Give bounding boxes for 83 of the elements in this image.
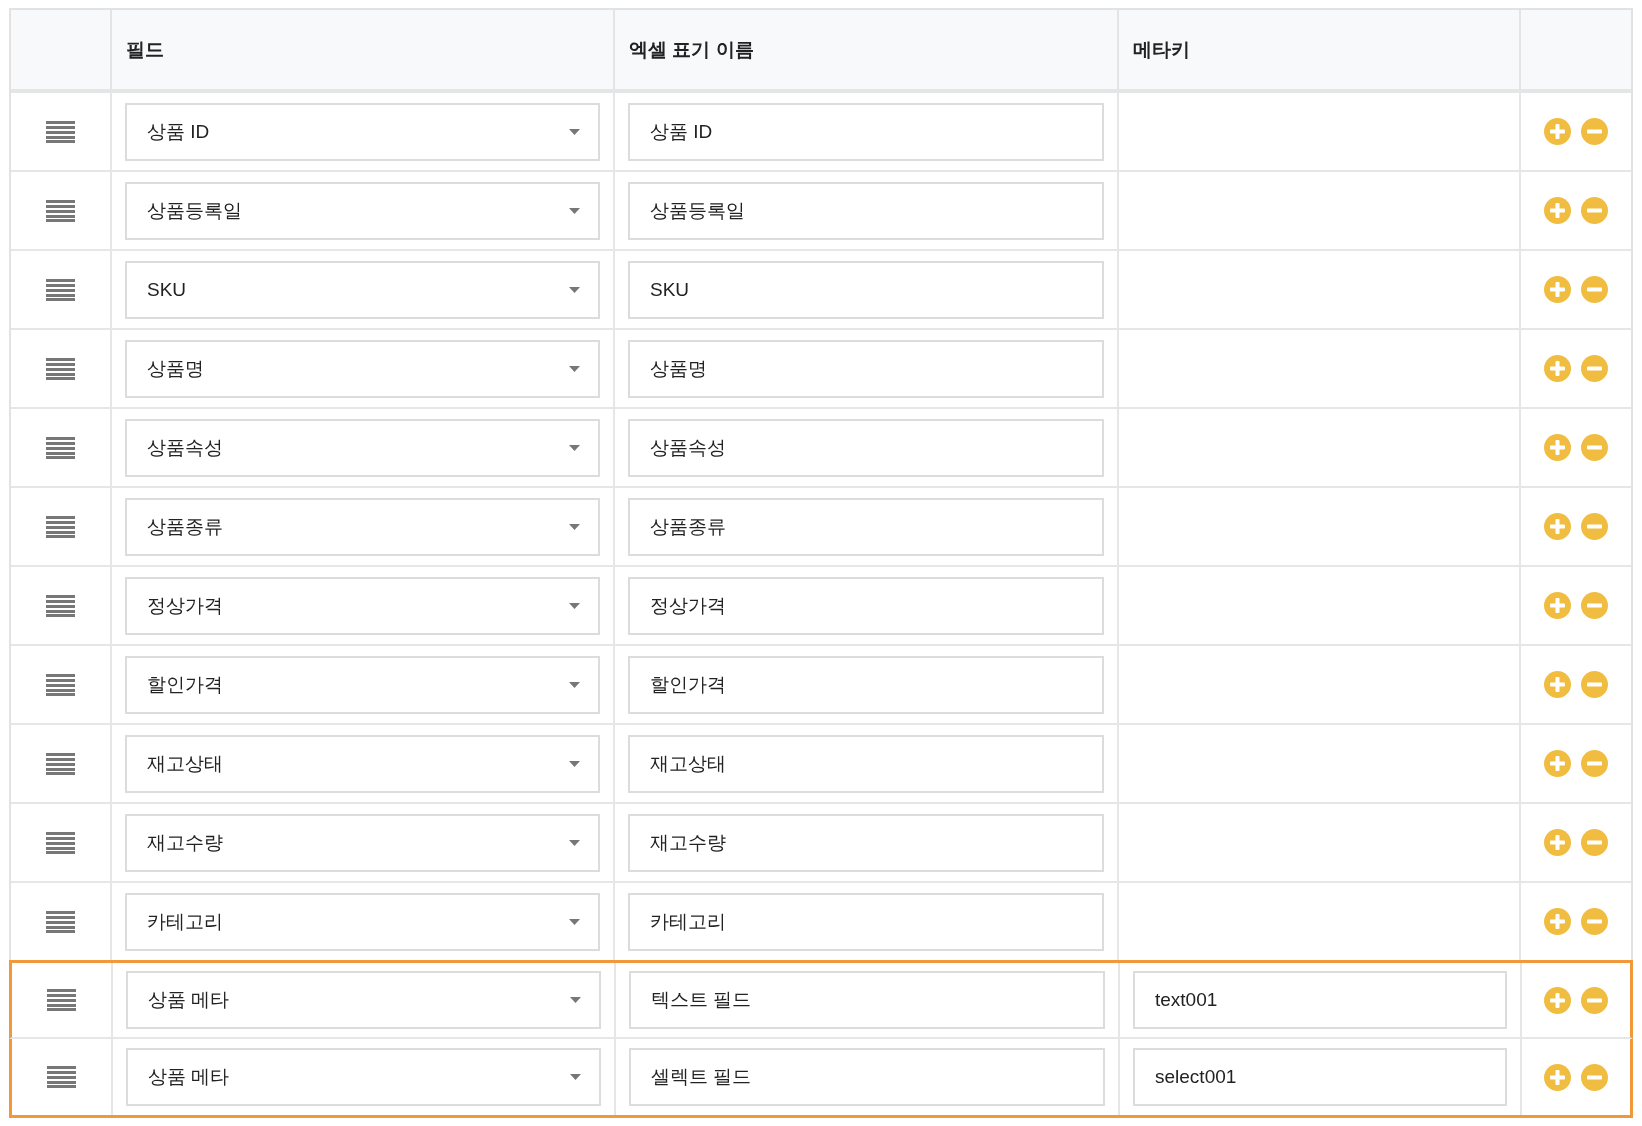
drag-handle-icon[interactable] xyxy=(46,831,75,854)
field-dropdown[interactable]: 할인가격 xyxy=(125,655,600,714)
text-field[interactable]: 상품종류 xyxy=(628,497,1104,556)
remove-icon[interactable] xyxy=(1581,434,1608,461)
field-dropdown[interactable]: 상품 메타 xyxy=(126,971,601,1029)
drag-handle-icon[interactable] xyxy=(46,752,75,775)
field-dropdown[interactable]: 정상가격 xyxy=(125,576,600,635)
add-icon[interactable] xyxy=(1544,434,1571,461)
text-field[interactable]: 상품 ID xyxy=(628,102,1104,161)
add-icon[interactable] xyxy=(1544,592,1571,619)
remove-icon[interactable] xyxy=(1581,118,1608,145)
add-icon[interactable] xyxy=(1544,513,1571,540)
remove-icon[interactable] xyxy=(1581,592,1608,619)
caret-icon xyxy=(569,365,580,372)
drag-handle-icon[interactable] xyxy=(46,199,75,222)
text-field[interactable]: 텍스트 필드 xyxy=(629,971,1105,1029)
field-dropdown[interactable]: SKU xyxy=(125,260,600,319)
drag-handle-icon[interactable] xyxy=(47,1066,76,1088)
caret-icon xyxy=(570,997,581,1003)
text-field[interactable]: 상품등록일 xyxy=(628,181,1104,240)
field-dropdown[interactable]: 상품속성 xyxy=(125,418,600,477)
add-icon[interactable] xyxy=(1544,750,1571,777)
caret-icon xyxy=(569,839,580,846)
drag-handle-icon[interactable] xyxy=(46,673,75,696)
add-icon[interactable] xyxy=(1544,355,1571,382)
text-field[interactable]: 할인가격 xyxy=(628,655,1104,714)
remove-icon[interactable] xyxy=(1581,986,1608,1014)
caret-icon xyxy=(569,523,580,530)
add-icon[interactable] xyxy=(1544,118,1571,145)
meta-key-field[interactable]: text001 xyxy=(1133,971,1507,1029)
remove-icon[interactable] xyxy=(1581,750,1608,777)
text-field[interactable]: 카테고리 xyxy=(628,892,1104,951)
caret-icon xyxy=(569,681,580,688)
drag-handle-icon[interactable] xyxy=(46,594,75,617)
drag-handle-icon[interactable] xyxy=(46,120,75,143)
add-icon[interactable] xyxy=(1544,986,1571,1014)
remove-icon[interactable] xyxy=(1581,1063,1608,1091)
drag-handle-icon[interactable] xyxy=(46,910,75,933)
drag-handle-icon[interactable] xyxy=(46,436,75,459)
column-header: 필드 xyxy=(126,37,164,62)
add-icon[interactable] xyxy=(1544,908,1571,935)
text-field[interactable]: 셀렉트 필드 xyxy=(629,1048,1105,1106)
text-field[interactable]: 재고상태 xyxy=(628,734,1104,793)
add-icon[interactable] xyxy=(1544,197,1571,224)
add-icon[interactable] xyxy=(1544,829,1571,856)
add-icon[interactable] xyxy=(1544,276,1571,303)
remove-icon[interactable] xyxy=(1581,197,1608,224)
field-dropdown[interactable]: 상품등록일 xyxy=(125,181,600,240)
text-field[interactable]: SKU xyxy=(628,260,1104,319)
drag-handle-icon[interactable] xyxy=(46,515,75,538)
field-dropdown[interactable]: 재고상태 xyxy=(125,734,600,793)
remove-icon[interactable] xyxy=(1581,908,1608,935)
column-header: 메타키 xyxy=(1133,37,1190,62)
text-field[interactable]: 상품명 xyxy=(628,339,1104,398)
field-dropdown[interactable]: 재고수량 xyxy=(125,813,600,872)
field-dropdown[interactable]: 상품 ID xyxy=(125,102,600,161)
text-field[interactable]: 정상가격 xyxy=(628,576,1104,635)
field-dropdown[interactable]: 상품종류 xyxy=(125,497,600,556)
remove-icon[interactable] xyxy=(1581,829,1608,856)
caret-icon xyxy=(569,128,580,135)
remove-icon[interactable] xyxy=(1581,671,1608,698)
caret-icon xyxy=(569,444,580,451)
caret-icon xyxy=(569,760,580,767)
remove-icon[interactable] xyxy=(1581,355,1608,382)
meta-key-field[interactable]: select001 xyxy=(1133,1048,1507,1106)
text-field[interactable]: 재고수량 xyxy=(628,813,1104,872)
caret-icon xyxy=(569,286,580,293)
caret-icon xyxy=(570,1074,581,1080)
drag-handle-icon[interactable] xyxy=(46,278,75,301)
column-header: 엑셀 표기 이름 xyxy=(629,37,754,62)
remove-icon[interactable] xyxy=(1581,513,1608,540)
text-field[interactable]: 상품속성 xyxy=(628,418,1104,477)
remove-icon[interactable] xyxy=(1581,276,1608,303)
caret-icon xyxy=(569,918,580,925)
caret-icon xyxy=(569,207,580,214)
field-dropdown[interactable]: 상품 메타 xyxy=(126,1048,601,1106)
caret-icon xyxy=(569,602,580,609)
add-icon[interactable] xyxy=(1544,1063,1571,1091)
field-dropdown[interactable]: 상품명 xyxy=(125,339,600,398)
drag-handle-icon[interactable] xyxy=(47,989,76,1011)
field-dropdown[interactable]: 카테고리 xyxy=(125,892,600,951)
add-icon[interactable] xyxy=(1544,671,1571,698)
drag-handle-icon[interactable] xyxy=(46,357,75,380)
